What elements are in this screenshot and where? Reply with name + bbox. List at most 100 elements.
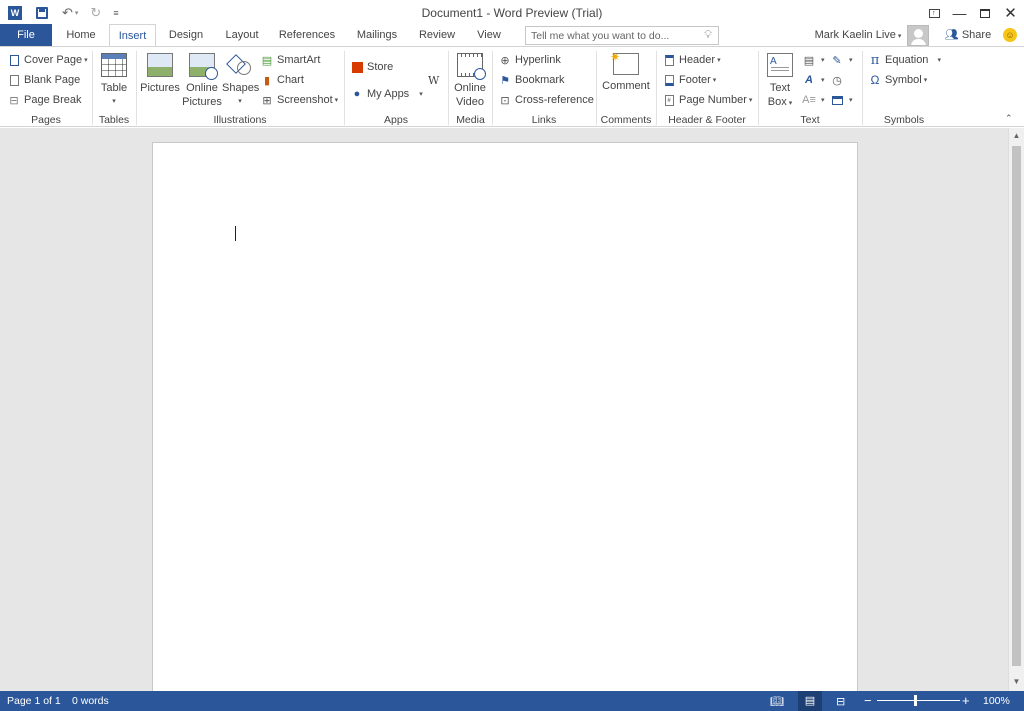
header-icon	[662, 53, 676, 67]
tell-me-placeholder: Tell me what you want to do...	[531, 30, 670, 42]
chart-button[interactable]: ▮ Chart	[260, 71, 304, 89]
document-canvas	[0, 128, 1008, 691]
quick-parts-icon: ▤	[803, 54, 815, 67]
share-people-icon: 👥︎	[944, 29, 959, 41]
title-bar: W ↶ ▾ ↻ ≡ Document1 - Word Preview (Tria…	[0, 0, 1024, 26]
avatar[interactable]	[907, 25, 929, 46]
table-button[interactable]: Table ▾	[96, 53, 132, 109]
text-cursor	[235, 226, 236, 241]
header-button[interactable]: Header ▾	[662, 51, 721, 69]
screenshot-label: Screenshot	[277, 94, 333, 106]
smartart-label: SmartArt	[277, 54, 321, 66]
chart-label: Chart	[277, 74, 304, 86]
store-label: Store	[367, 61, 394, 73]
tab-file[interactable]: File	[0, 24, 52, 47]
store-button[interactable]: Store	[350, 58, 393, 76]
collapse-ribbon-icon[interactable]: ⌃	[1005, 113, 1013, 124]
symbol-label: Symbol	[885, 74, 922, 86]
footer-label: Footer	[679, 74, 711, 86]
tab-design[interactable]: Design	[164, 24, 208, 47]
online-pictures-label-line2: Pictures	[182, 96, 222, 108]
wordart-icon: A	[805, 74, 813, 86]
scroll-up-arrow-icon[interactable]: ▲	[1009, 129, 1024, 143]
scrollbar-thumb[interactable]	[1012, 146, 1021, 666]
close-button[interactable]: ✕	[998, 0, 1023, 26]
page-break-button[interactable]: ⊟ Page Break	[7, 91, 81, 109]
signature-line-button[interactable]: ✎ ▾	[830, 51, 852, 69]
shapes-label: Shapes	[222, 82, 260, 94]
hyperlink-icon: ⊕	[500, 54, 510, 67]
online-pictures-button[interactable]: Online Pictures	[181, 53, 223, 109]
group-label-pages: Pages	[31, 114, 61, 126]
zoom-out-icon[interactable]: −	[864, 693, 872, 708]
symbol-button[interactable]: Ω Symbol ▾	[868, 71, 928, 89]
tab-mailings[interactable]: Mailings	[350, 24, 404, 47]
group-label-illustrations: Illustrations	[213, 114, 267, 126]
scroll-down-arrow-icon[interactable]: ▼	[1009, 675, 1024, 689]
tell-me-search-input[interactable]: Tell me what you want to do... 💡︎	[525, 26, 719, 45]
bookmark-button[interactable]: ⚑ Bookmark	[498, 71, 564, 89]
cross-reference-button[interactable]: ⊡ Cross-reference	[498, 91, 593, 109]
word-count[interactable]: 0 words	[72, 695, 109, 707]
share-button[interactable]: 👥︎ Share	[940, 24, 996, 47]
print-layout-icon[interactable]: ▤	[798, 691, 822, 711]
blank-page-button[interactable]: Blank Page	[7, 71, 80, 89]
zoom-slider[interactable]	[877, 700, 960, 701]
cover-page-button[interactable]: Cover Page ▾	[7, 51, 88, 69]
maximize-button[interactable]	[972, 0, 997, 26]
minimize-button[interactable]: —	[947, 0, 972, 26]
footer-icon	[662, 73, 676, 87]
smartart-button[interactable]: ▤ SmartArt	[260, 51, 321, 69]
drop-cap-button[interactable]: A≡ ▾	[802, 91, 824, 109]
wordart-button[interactable]: A ▾	[802, 71, 825, 89]
text-box-icon: A	[767, 53, 793, 77]
equation-button[interactable]: π Equation ▾	[868, 51, 941, 69]
footer-button[interactable]: Footer ▾	[662, 71, 716, 89]
page-count[interactable]: Page 1 of 1	[7, 695, 61, 707]
window-title: Document1 - Word Preview (Trial)	[421, 6, 603, 20]
cross-reference-icon: ⊡	[500, 94, 510, 107]
my-apps-label: My Apps	[367, 88, 410, 100]
shapes-button[interactable]: Shapes ▾	[222, 53, 260, 109]
my-apps-button[interactable]: ● My Apps ▾	[350, 85, 423, 103]
zoom-level[interactable]: 100%	[983, 695, 1010, 707]
cover-page-label: Cover Page	[24, 54, 83, 66]
tab-references[interactable]: References	[276, 24, 338, 47]
pictures-button[interactable]: Pictures	[139, 53, 181, 95]
tab-home[interactable]: Home	[60, 24, 102, 47]
vertical-scrollbar[interactable]: ▲ ▼	[1008, 128, 1024, 691]
online-video-button[interactable]: Online Video	[451, 53, 489, 109]
pi-icon: π	[870, 52, 880, 68]
comment-button[interactable]: ✷ Comment	[600, 50, 652, 93]
ribbon: Cover Page ▾ Blank Page ⊟ Page Break Pages…	[0, 46, 1024, 127]
text-box-button[interactable]: A Text Box ▾	[762, 53, 798, 111]
online-pictures-icon	[189, 53, 218, 80]
tab-insert[interactable]: Insert	[109, 24, 156, 48]
zoom-in-icon[interactable]: +	[962, 693, 970, 708]
page-number-button[interactable]: # Page Number ▾	[662, 91, 752, 109]
user-account[interactable]: Mark Kaelin Live ▾	[812, 24, 904, 47]
comment-label: Comment	[602, 80, 650, 92]
group-label-comments: Comments	[600, 114, 652, 126]
group-label-text: Text	[800, 114, 820, 126]
tab-view[interactable]: View	[470, 24, 508, 47]
read-mode-icon[interactable]: 📖︎	[770, 695, 784, 708]
ribbon-display-options-icon[interactable]: ↑	[922, 0, 947, 26]
smiley-feedback-icon[interactable]: ☺	[1003, 28, 1017, 42]
date-time-button[interactable]: ◷	[830, 71, 847, 89]
tab-review[interactable]: Review	[415, 24, 459, 47]
quick-parts-button[interactable]: ▤ ▾	[802, 51, 825, 69]
my-apps-icon: ●	[353, 88, 361, 100]
page-break-icon: ⊟	[9, 94, 19, 107]
tab-layout[interactable]: Layout	[220, 24, 264, 47]
zoom-slider-thumb[interactable]	[914, 695, 917, 706]
web-layout-icon[interactable]: ⊟	[836, 695, 845, 708]
object-button[interactable]: ▾	[830, 91, 853, 109]
wikipedia-icon[interactable]: W	[428, 71, 439, 89]
group-label-apps: Apps	[384, 114, 408, 126]
hyperlink-button[interactable]: ⊕ Hyperlink	[498, 51, 560, 69]
table-icon	[101, 53, 127, 77]
screenshot-button[interactable]: ⊞ Screenshot ▾	[260, 91, 338, 109]
document-page[interactable]	[152, 142, 858, 691]
shapes-icon	[226, 53, 253, 77]
